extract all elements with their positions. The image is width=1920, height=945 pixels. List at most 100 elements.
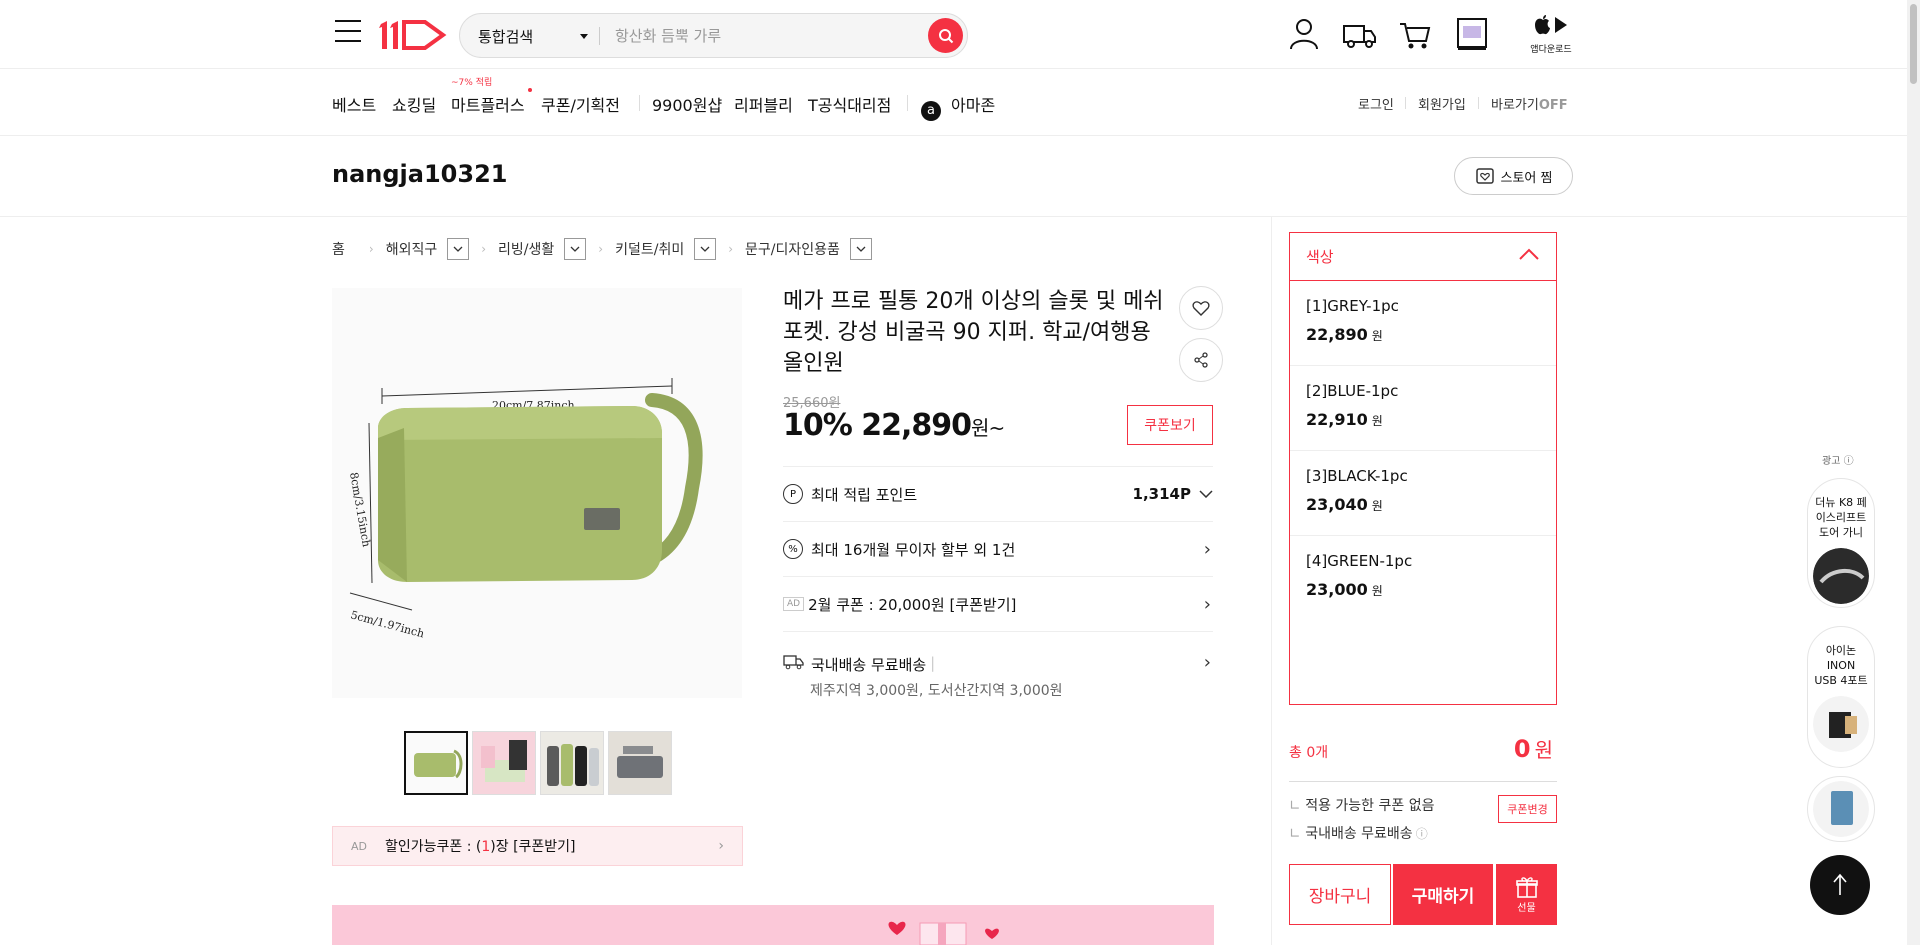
option-price-value: 23,000 [1306,580,1368,599]
nav-best[interactable]: 베스트 [332,92,376,116]
ad-label: AD [351,839,367,853]
11st-logo[interactable] [377,18,447,52]
ad-label: AD [783,597,805,611]
option-price: 23,000 원 [1306,580,1540,599]
shipping-status: ∟ 국내배송 무료배송 ⓘ [1289,823,1428,843]
option-item[interactable]: [1]GREY-1pc 22,890 원 [1290,281,1556,366]
chevron-down-icon[interactable] [580,34,588,39]
breadcrumb-item[interactable]: 문구/디자인용품 [745,239,840,259]
thumbnail-4[interactable] [608,731,672,795]
shortcut-label: 바로가기 [1491,98,1539,113]
nav-9900-shop[interactable]: 9900원샵 [652,92,722,116]
cart-icon[interactable] [1398,16,1432,52]
nav-shocking-deal[interactable]: 쇼킹딜 [392,92,436,116]
search-icon [938,28,953,43]
option-item[interactable]: [3]BLACK-1pc 23,040 원 [1290,451,1556,536]
chevron-right-icon: › [718,838,724,854]
divider [1289,781,1557,782]
ad-card-3[interactable] [1807,776,1875,842]
tablet-image [1813,781,1869,837]
breadcrumb-item[interactable]: 해외직구 [386,239,438,259]
nav-refurbly[interactable]: 리퍼블리 [734,92,793,116]
coupon-view-button[interactable]: 쿠폰보기 [1127,405,1213,445]
shortcut-toggle[interactable]: 바로가기OFF [1491,94,1568,113]
option-name: [1]GREY-1pc [1306,297,1399,315]
recent-view-icon[interactable] [1455,16,1489,52]
search-button[interactable] [928,18,963,53]
ad-card-1-text: 더뉴 K8 페이스리프트 도어 가니 [1815,496,1867,539]
promo-banner[interactable] [332,905,1214,945]
ad-card-2[interactable]: 아이논 INON USB 4포트 [1807,626,1875,768]
share-icon [1194,352,1208,368]
shipping-text: 국내배송 무료배송 [811,656,927,674]
option-won: 원 [1371,584,1383,598]
pencil-case-image: 20cm/7.87inch 8cm/3.15inch 5cm/1.97inch [332,288,742,698]
search-category-select[interactable]: 통합검색 [478,26,533,47]
option-price: 22,890 원 [1306,325,1540,344]
login-link[interactable]: 로그인 [1358,94,1394,113]
feb-coupon-row[interactable]: AD 2월 쿠폰 : 20,000원 [쿠폰받기] › [783,576,1213,631]
share-button[interactable] [1179,338,1223,382]
breadcrumb-dropdown[interactable] [694,238,717,260]
point-icon: P [783,484,803,504]
nav-amazon[interactable]: a 아마존 [921,92,995,121]
buy-now-button[interactable]: 구매하기 [1393,864,1493,925]
breadcrumb-dropdown[interactable] [564,238,587,260]
option-item[interactable]: [4]GREEN-1pc 23,000 원 [1290,536,1556,621]
thumbnail-3[interactable] [540,731,604,795]
nav-t-official[interactable]: T공식대리점 [808,92,891,116]
shipping-row[interactable]: 국내배송 무료배송 | › [783,631,1213,674]
option-header[interactable]: 색상 [1290,233,1556,281]
nav-mart-plus[interactable]: 마트플러스 [451,92,525,116]
store-name[interactable]: nangja10321 [332,160,507,188]
add-to-cart-button[interactable]: 장바구니 [1289,864,1391,925]
breadcrumb-home[interactable]: 홈 [332,239,345,259]
breadcrumb-dropdown[interactable] [849,238,872,260]
percent-icon: % [783,539,803,559]
divider [1478,97,1479,109]
signup-link[interactable]: 회원가입 [1418,94,1466,113]
installment-row[interactable]: % 최대 16개월 무이자 할부 외 1건 › [783,521,1213,576]
divider [639,95,640,111]
divider: | [930,654,936,672]
coupon-change-button[interactable]: 쿠폰변경 [1498,795,1557,823]
thumbnail-2[interactable] [472,731,536,795]
scrollbar-thumb[interactable] [1910,4,1917,84]
new-dot [528,88,532,92]
chevron-down-icon [856,246,866,252]
coupon-suffix: )장 [쿠폰받기] [490,839,576,855]
nav-coupon-event[interactable]: 쿠폰/기획전 [541,92,620,116]
menu-icon[interactable] [335,20,361,44]
page-scrollbar[interactable] [1907,0,1920,945]
chevron-right-icon: › [598,242,604,256]
chevron-right-icon: › [368,242,374,256]
scroll-to-top-button[interactable] [1810,855,1870,915]
wishlist-button[interactable] [1179,286,1223,330]
feb-coupon-text: 2월 쿠폰 : 20,000원 [쿠폰받기] [808,595,1017,614]
product-main-image[interactable]: 20cm/7.87inch 8cm/3.15inch 5cm/1.97inch [332,288,742,698]
max-points-row[interactable]: P 최대 적립 포인트 1,314P [783,466,1213,521]
option-won: 원 [1371,499,1383,513]
app-download-button[interactable]: 앱다운로드 [1526,14,1576,55]
ad-card-1[interactable]: 더뉴 K8 페이스리프트 도어 가니 [1807,478,1875,608]
thumbnail-list [404,731,672,795]
app-store-icons [1535,15,1567,35]
chevron-right-icon: › [1203,538,1211,560]
store-follow-button[interactable]: 스토어 찜 [1454,157,1573,195]
discount-coupon-banner[interactable]: AD 할인가능쿠폰 : (1)장 [쿠폰받기] › [332,826,743,866]
total-price: 0원 [1514,734,1553,763]
gift-button[interactable]: 선물 [1496,864,1557,925]
breadcrumb-item[interactable]: 키덜트/취미 [615,239,684,259]
breadcrumb-dropdown[interactable] [447,238,470,260]
option-item[interactable]: [2]BLUE-1pc 22,910 원 [1290,366,1556,451]
breadcrumb-item[interactable]: 리빙/생활 [498,239,554,259]
tree-branch-icon: ∟ [1289,798,1306,814]
sale-price: 10% 22,890원~ [783,408,1005,443]
option-price-value: 22,910 [1306,410,1368,429]
user-icon[interactable] [1287,16,1321,52]
search-input[interactable] [615,24,915,48]
thumbnail-1[interactable] [404,731,468,795]
info-icon[interactable]: ⓘ [1416,827,1428,841]
product-title: 메가 프로 필통 20개 이상의 슬롯 및 메쉬 포켓. 강성 비굴곡 90 지… [783,289,1164,376]
delivery-truck-icon[interactable] [1342,16,1378,52]
